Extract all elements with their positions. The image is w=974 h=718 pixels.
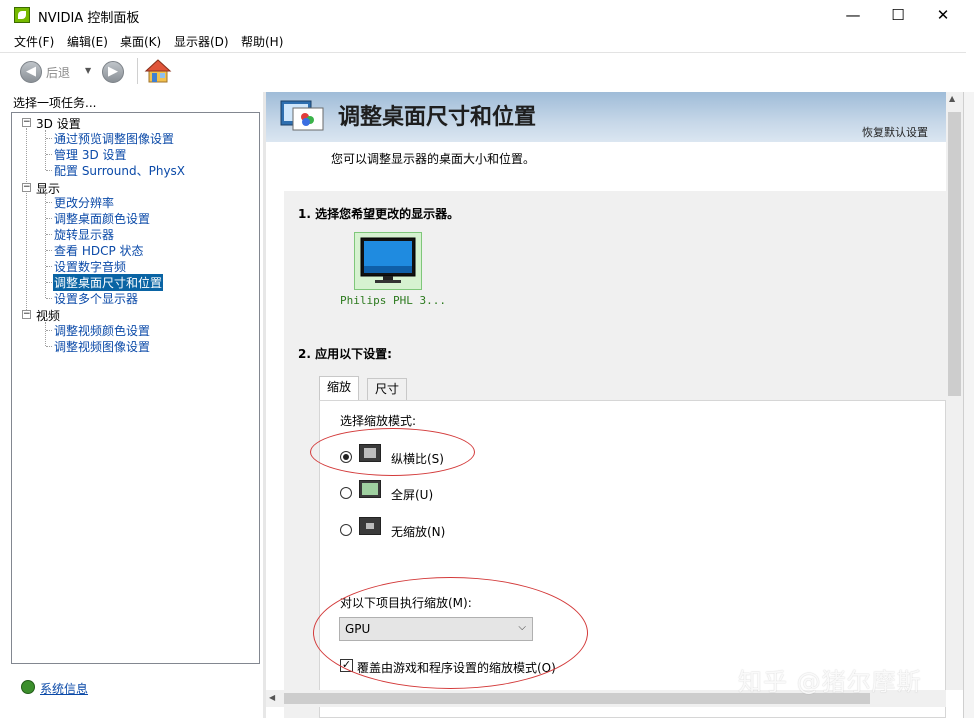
menu-edit[interactable]: 编辑(E)	[67, 33, 108, 50]
page-title: 调整桌面尺寸和位置	[338, 104, 537, 130]
title-bar	[0, 0, 966, 30]
tree-guide-line	[45, 130, 46, 170]
tree-item-surround-physx[interactable]: 配置 Surround、PhysX	[54, 162, 185, 179]
task-pane-header: 选择一项任务...	[13, 96, 97, 110]
tree-branch	[46, 250, 52, 251]
tree-branch	[46, 234, 52, 235]
adjacent-window-edge	[963, 92, 974, 718]
window-title: NVIDIA 控制面板	[38, 11, 140, 26]
tree-branch	[46, 346, 52, 347]
label-no-scaling[interactable]: 无缩放(N)	[391, 523, 445, 540]
no-scaling-icon	[359, 517, 381, 535]
system-info-link[interactable]: 系统信息	[40, 680, 88, 697]
expand-video-toggle[interactable]: −	[22, 310, 31, 319]
desktop-resize-icon	[280, 100, 324, 131]
tree-item-video-image[interactable]: 调整视频图像设置	[54, 338, 150, 355]
forward-button[interactable]: ▶	[102, 61, 124, 83]
annotation-ellipse	[313, 577, 588, 689]
scroll-up-arrow[interactable]: ▲	[949, 94, 955, 103]
menu-desktop[interactable]: 桌面(K)	[120, 33, 161, 50]
step1-heading: 1. 选择您希望更改的显示器。	[298, 207, 460, 221]
watermark: 知乎 @猪尔摩斯	[738, 668, 922, 696]
tree-item-change-resolution[interactable]: 更改分辨率	[54, 194, 114, 211]
menu-file[interactable]: 文件(F)	[14, 33, 54, 50]
expand-display-toggle[interactable]: −	[22, 183, 31, 192]
display-name-label[interactable]: Philips PHL 3...	[340, 294, 446, 307]
scaling-mode-label: 选择缩放模式:	[340, 414, 417, 428]
tab-size[interactable]: 尺寸	[367, 378, 408, 400]
tree-item-hdcp-status[interactable]: 查看 HDCP 状态	[54, 242, 144, 259]
monitor-icon	[360, 237, 416, 283]
home-icon[interactable]	[144, 58, 172, 84]
toolbar-separator	[137, 58, 138, 84]
vertical-scrollbar-thumb[interactable]	[948, 112, 961, 396]
radio-full-screen[interactable]	[340, 487, 352, 499]
tree-branch	[46, 170, 52, 171]
tree-item-video-color[interactable]: 调整视频颜色设置	[54, 322, 150, 339]
page-description: 您可以调整显示器的桌面大小和位置。	[331, 152, 536, 166]
close-button[interactable]: ✕	[920, 0, 966, 30]
restore-defaults-link[interactable]: 恢复默认设置	[862, 124, 928, 140]
pane-splitter[interactable]	[263, 92, 266, 718]
minimize-button[interactable]: —	[830, 0, 876, 30]
tree-item-desktop-size-position[interactable]: 调整桌面尺寸和位置	[53, 274, 164, 291]
nvidia-app-icon	[14, 7, 30, 23]
step2-heading: 2. 应用以下设置:	[298, 347, 392, 361]
tab-scaling[interactable]: 缩放	[319, 376, 360, 400]
expand-3d-settings-toggle[interactable]: −	[22, 118, 31, 127]
maximize-button[interactable]: ☐	[875, 0, 921, 30]
scroll-left-arrow[interactable]: ◀	[269, 693, 275, 702]
tree-branch	[46, 298, 52, 299]
tree-guide-line	[26, 128, 27, 314]
tree-item-manage-3d-settings[interactable]: 管理 3D 设置	[54, 146, 127, 163]
back-button[interactable]: ◀	[20, 61, 42, 83]
tree-branch	[46, 154, 52, 155]
tree-branch	[46, 138, 52, 139]
tree-item-preview-image-settings[interactable]: 通过预览调整图像设置	[54, 130, 174, 147]
tree-guide-line	[45, 322, 46, 346]
radio-no-scaling[interactable]	[340, 524, 352, 536]
tree-item-multiple-displays[interactable]: 设置多个显示器	[54, 290, 138, 307]
tree-item-digital-audio[interactable]: 设置数字音频	[54, 258, 126, 275]
annotation-ellipse	[310, 428, 475, 476]
tree-item-desktop-color[interactable]: 调整桌面颜色设置	[54, 210, 150, 227]
tree-item-rotate-display[interactable]: 旋转显示器	[54, 226, 114, 243]
tree-branch	[46, 330, 52, 331]
system-info-icon[interactable]	[21, 680, 35, 694]
tree-branch	[46, 202, 52, 203]
menu-display[interactable]: 显示器(D)	[174, 33, 229, 50]
tree-branch	[46, 266, 52, 267]
full-screen-icon	[359, 480, 381, 498]
label-full-screen[interactable]: 全屏(U)	[391, 486, 433, 503]
back-history-dropdown[interactable]: ▼	[85, 66, 91, 75]
menu-help[interactable]: 帮助(H)	[241, 33, 283, 50]
back-label[interactable]: 后退	[46, 64, 70, 81]
tree-branch	[46, 282, 52, 283]
tree-branch	[46, 218, 52, 219]
display-selector-tile[interactable]	[354, 232, 422, 290]
